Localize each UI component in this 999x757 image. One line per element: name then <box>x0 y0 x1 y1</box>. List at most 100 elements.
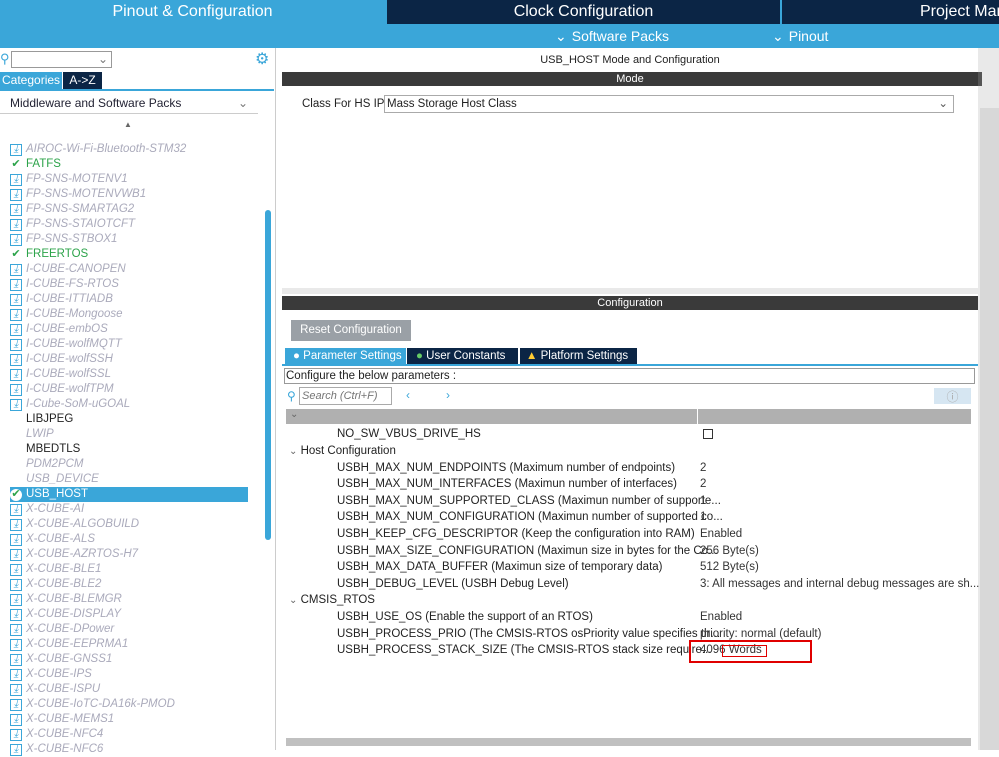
param-name: USBH_MAX_NUM_SUPPORTED_CLASS (Maximun nu… <box>337 494 721 507</box>
panel-title: USB_HOST Mode and Configuration <box>540 54 720 66</box>
list-item[interactable]: ⤓ I-Cube-SoM-uGOAL <box>10 397 248 412</box>
list-item[interactable]: USB_DEVICE <box>10 472 248 487</box>
param-value[interactable]: 2 <box>700 476 706 492</box>
scroll-up-icon[interactable]: ▲ <box>124 120 132 129</box>
list-item[interactable]: ⤓ FP-SNS-STAIOTCFT <box>10 217 248 232</box>
list-item[interactable]: ⤓ X-CUBE-EEPRMA1 <box>10 637 248 652</box>
param-name: USBH_MAX_DATA_BUFFER (Maximun size of te… <box>337 561 663 574</box>
download-icon: ⤓ <box>10 503 22 516</box>
list-item-label: I-CUBE-wolfSSH <box>26 353 113 365</box>
list-item[interactable]: ⤓ X-CUBE-AZRTOS-H7 <box>10 547 248 562</box>
download-icon: ⤓ <box>10 323 22 336</box>
list-item-label: FATFS <box>26 158 61 170</box>
list-item-label: X-CUBE-BLE2 <box>26 578 102 590</box>
class-select[interactable]: Mass Storage Host Class ⌄ <box>384 95 954 113</box>
main-scrollbar[interactable] <box>980 108 999 750</box>
collapse-all-header[interactable]: ⌄ <box>286 409 697 424</box>
list-item[interactable]: LIBJPEG <box>10 412 248 427</box>
info-icon[interactable]: ⓘ <box>934 388 971 404</box>
list-item[interactable]: ⤓ X-CUBE-BLE2 <box>10 577 248 592</box>
list-item[interactable]: ⤓ AIROC-Wi-Fi-Bluetooth-STM32 <box>10 142 248 157</box>
list-item[interactable]: ⤓ X-CUBE-DISPLAY <box>10 607 248 622</box>
download-icon: ⤓ <box>10 338 22 351</box>
list-item[interactable]: ✔ FREERTOS <box>10 247 248 262</box>
reset-configuration-button[interactable]: Reset Configuration <box>291 320 411 341</box>
list-item[interactable]: ⤓ I-CUBE-wolfSSH <box>10 352 248 367</box>
download-icon: ⤓ <box>10 398 22 411</box>
list-item[interactable]: ⤓ I-CUBE-CANOPEN <box>10 262 248 277</box>
param-value[interactable]: Enabled <box>700 609 742 625</box>
next-icon[interactable]: › <box>446 388 450 402</box>
list-item-label: X-CUBE-DISPLAY <box>26 608 122 620</box>
search-input[interactable] <box>299 387 392 405</box>
list-item[interactable]: ⤓ X-CUBE-ISPU <box>10 682 248 697</box>
list-item[interactable]: ⤓ I-CUBE-wolfMQTT <box>10 337 248 352</box>
download-icon: ⤓ <box>10 293 22 306</box>
pinout-menu[interactable]: ⌄ Pinout <box>772 24 828 48</box>
list-item[interactable]: ⤓ X-CUBE-IoTC-DA16k-PMOD <box>10 697 248 712</box>
param-value[interactable]: 512 Byte(s) <box>700 559 759 575</box>
param-value[interactable]: 3: All messages and internal debug messa… <box>700 576 979 592</box>
list-item[interactable]: ⤓ FP-SNS-MOTENVWB1 <box>10 187 248 202</box>
splitter-handle[interactable] <box>978 72 982 86</box>
horizontal-scrollbar[interactable] <box>286 738 971 746</box>
list-item[interactable]: PDM2PCM <box>10 457 248 472</box>
list-item[interactable]: ⤓ I-CUBE-embOS <box>10 322 248 337</box>
param-value[interactable]: 256 Byte(s) <box>700 543 759 559</box>
list-item-label: I-Cube-SoM-uGOAL <box>26 398 131 410</box>
list-item[interactable]: ⤓ X-CUBE-BLE1 <box>10 562 248 577</box>
list-item[interactable]: ⤓ X-CUBE-DPower <box>10 622 248 637</box>
list-item[interactable]: ⤓ I-CUBE-wolfTPM <box>10 382 248 397</box>
list-item[interactable]: MBEDTLS <box>10 442 248 457</box>
list-item[interactable]: ⤓ X-CUBE-MEMS1 <box>10 712 248 727</box>
tab-clock-configuration[interactable]: Clock Configuration <box>387 0 780 24</box>
param-value[interactable]: 1 <box>700 493 706 509</box>
list-item[interactable]: ⤓ X-CUBE-NFC4 <box>10 727 248 742</box>
tab-categories[interactable]: Categories <box>0 72 62 89</box>
group-1[interactable]: ⌄ CMSIS_RTOS <box>289 592 375 608</box>
list-item[interactable]: ⤓ I-CUBE-wolfSSL <box>10 367 248 382</box>
software-packs-menu[interactable]: ⌄ Software Packs <box>555 24 669 48</box>
warning-icon: ▲ <box>526 350 538 362</box>
list-item[interactable]: ⤓ FP-SNS-SMARTAG2 <box>10 202 248 217</box>
group-0[interactable]: ⌄ Host Configuration <box>289 443 396 459</box>
list-item-label: I-CUBE-wolfMQTT <box>26 338 122 350</box>
search-combo[interactable]: ⌄ <box>11 51 112 68</box>
list-item[interactable]: ⤓ X-CUBE-ALGOBUILD <box>10 517 248 532</box>
tab-pinout-configuration[interactable]: Pinout & Configuration <box>0 0 385 24</box>
tab-platform-settings[interactable]: ▲ Platform Settings <box>520 348 637 364</box>
download-icon: ⤓ <box>10 683 22 696</box>
param-value[interactable]: 2 <box>700 460 706 476</box>
param-no-sw-vbus: NO_SW_VBUS_DRIVE_HS <box>337 428 481 440</box>
list-item-label: X-CUBE-DPower <box>26 623 115 635</box>
list-item[interactable]: ⤓ I-CUBE-Mongoose <box>10 307 248 322</box>
list-item[interactable]: ⤓ X-CUBE-BLEMGR <box>10 592 248 607</box>
sidebar-scrollbar[interactable] <box>265 210 271 540</box>
list-item[interactable]: ⤓ X-CUBE-ALS <box>10 532 248 547</box>
category-select[interactable]: Middleware and Software Packs ⌄ <box>0 92 258 114</box>
previous-icon[interactable]: ‹ <box>406 388 410 402</box>
list-item[interactable]: ⤓ X-CUBE-AI <box>10 502 248 517</box>
list-item[interactable]: ⤓ X-CUBE-GNSS1 <box>10 652 248 667</box>
divider <box>282 364 978 366</box>
param-value[interactable]: 1 <box>700 509 706 525</box>
list-item[interactable]: ⤓ I-CUBE-FS-RTOS <box>10 277 248 292</box>
list-item[interactable]: ⤓ FP-SNS-STBOX1 <box>10 232 248 247</box>
param-value[interactable]: Enabled <box>700 526 742 542</box>
checkbox[interactable] <box>703 429 713 439</box>
tab-a-z[interactable]: A->Z <box>63 72 102 89</box>
list-item[interactable]: ⤓ FP-SNS-MOTENV1 <box>10 172 248 187</box>
list-item[interactable]: ✔ FATFS <box>10 157 248 172</box>
list-item[interactable]: ⤓ I-CUBE-ITTIADB <box>10 292 248 307</box>
check-icon: ✔ <box>11 158 21 170</box>
list-item[interactable]: ⤓ X-CUBE-IPS <box>10 667 248 682</box>
list-item[interactable]: ✔ USB_HOST <box>10 487 248 502</box>
list-item[interactable]: LWIP <box>10 427 248 442</box>
chevron-down-icon: ⌄ <box>289 446 298 457</box>
tab-parameter-settings[interactable]: ● Parameter Settings <box>285 348 406 364</box>
param-name: USBH_MAX_NUM_ENDPOINTS (Maximum number o… <box>337 461 676 474</box>
tab-user-constants[interactable]: ● User Constants <box>407 348 518 364</box>
tab-project-manager[interactable]: Project Manager <box>782 0 999 24</box>
param-name: USBH_MAX_NUM_CONFIGURATION (Maximun numb… <box>337 511 723 524</box>
gear-icon[interactable]: ⚙ <box>255 49 269 69</box>
